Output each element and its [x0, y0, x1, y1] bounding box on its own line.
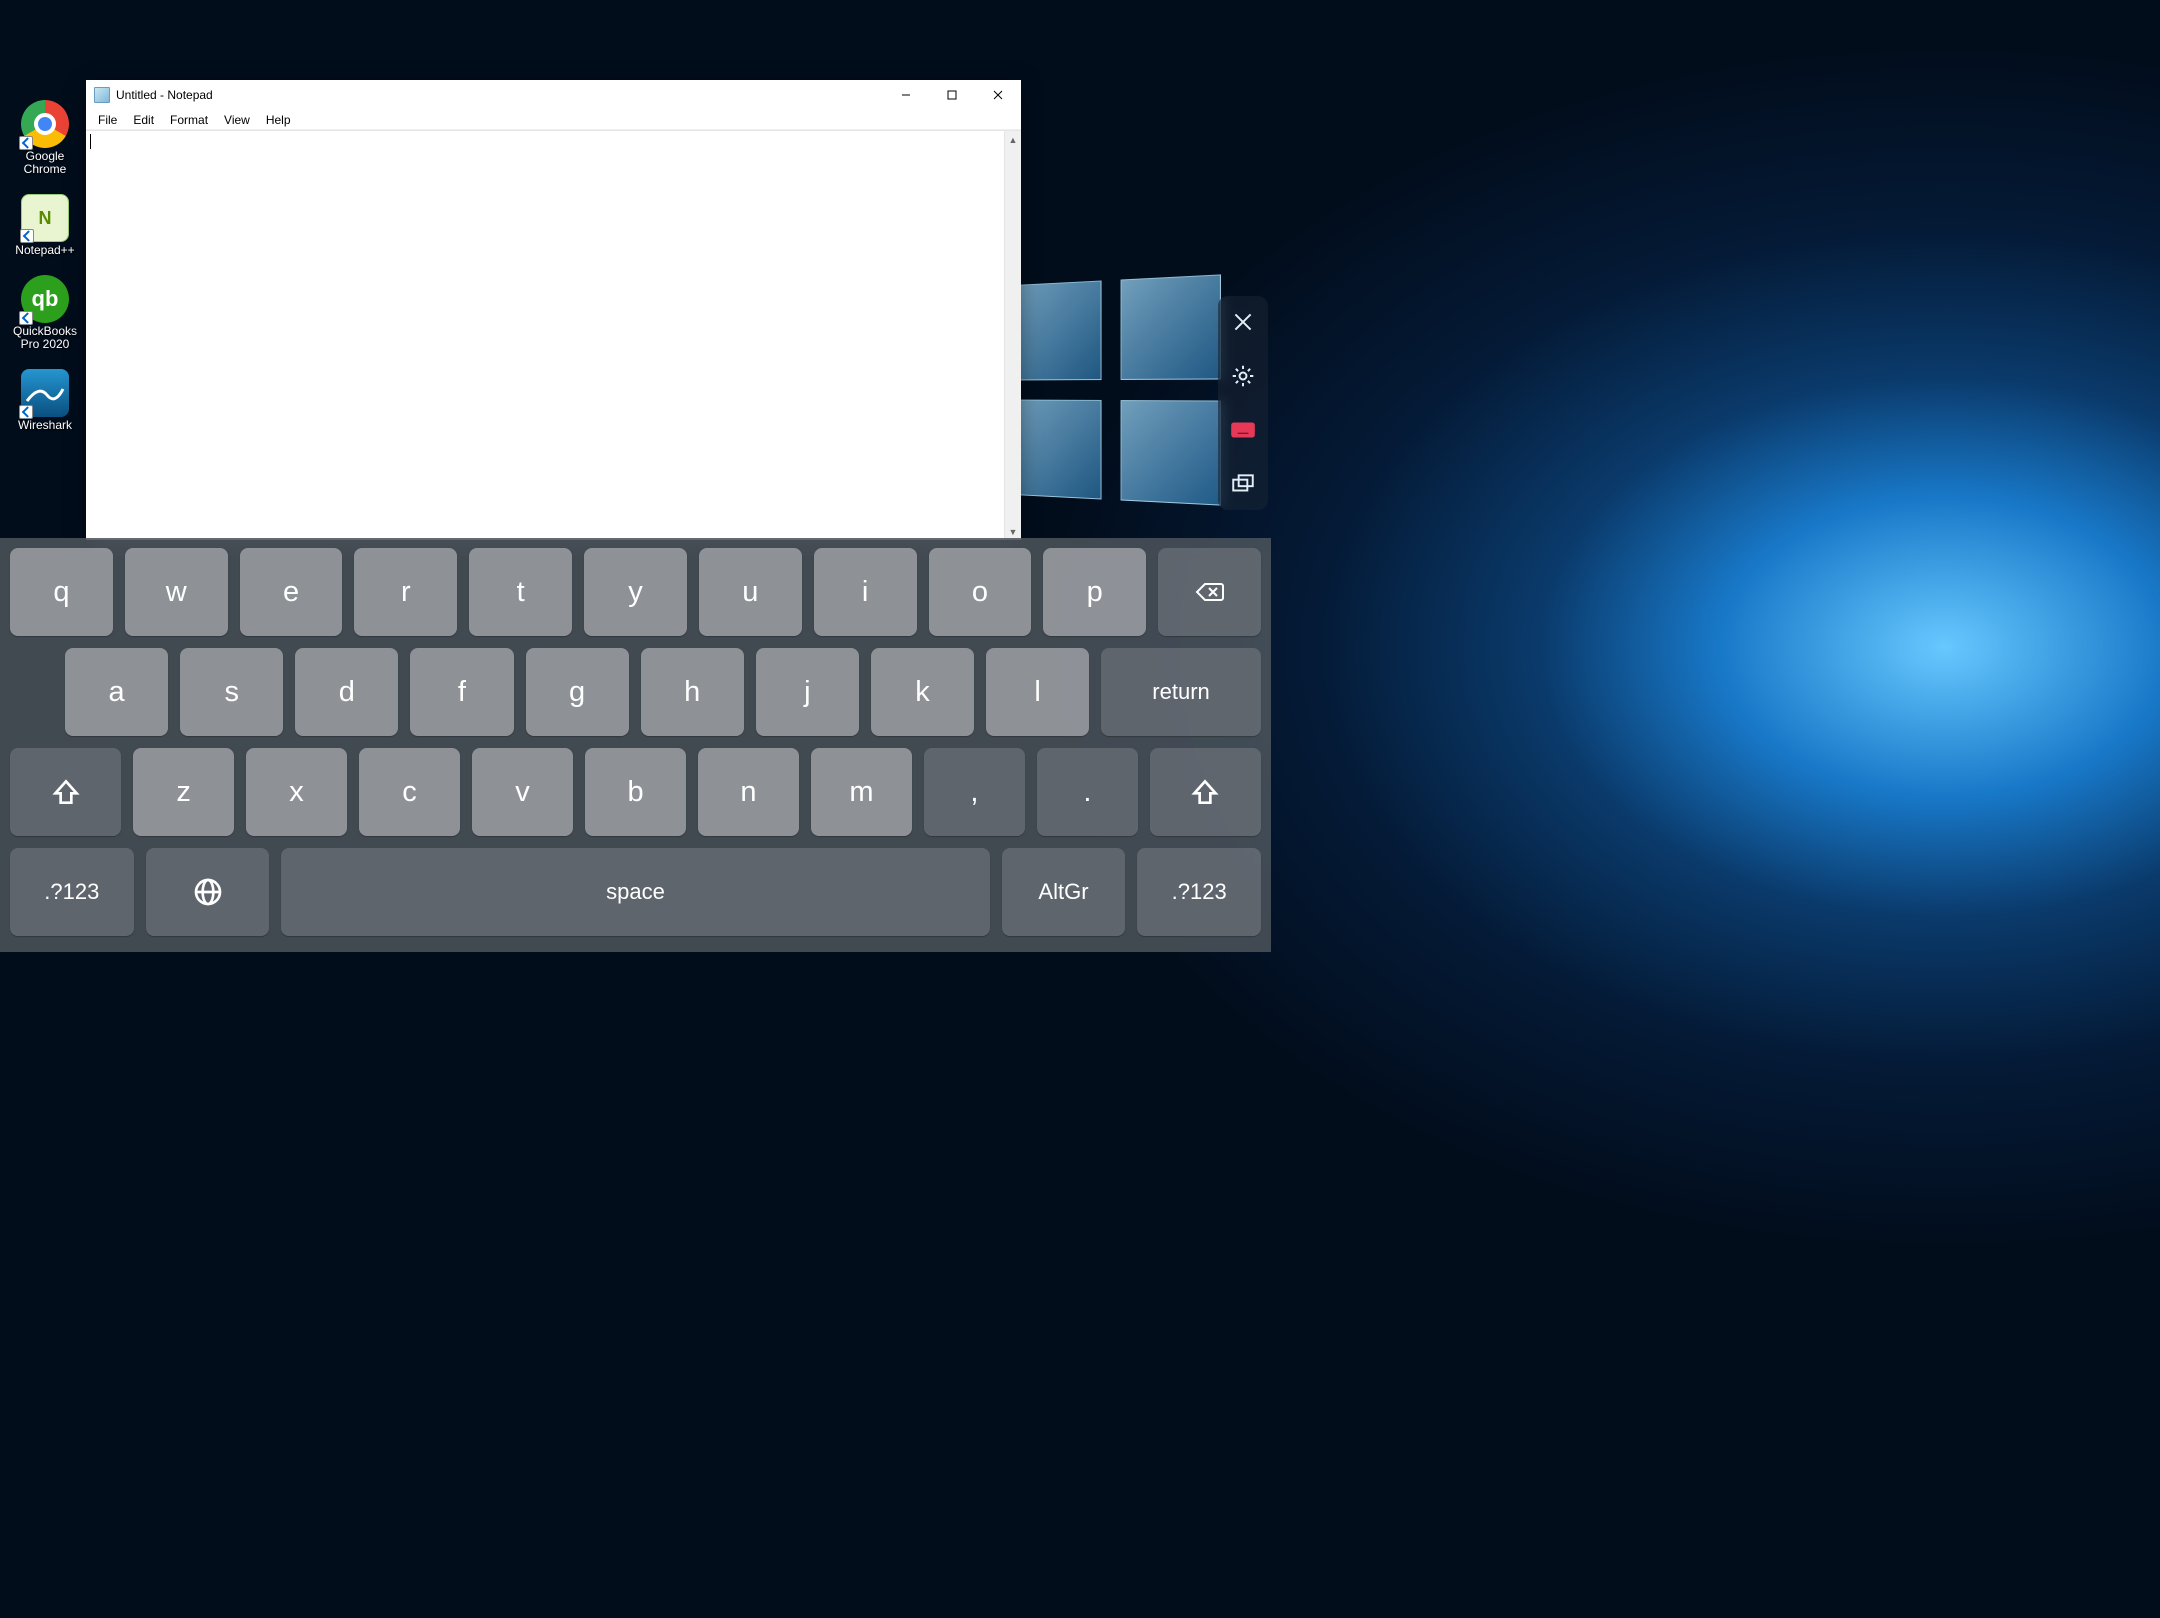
desktop-icon-quickbooks[interactable]: qb QuickBooks Pro 2020: [8, 275, 82, 351]
titlebar[interactable]: Untitled - Notepad: [86, 80, 1021, 110]
kb-row-2: a s d f g h j k l return: [5, 648, 1266, 736]
scroll-up-icon[interactable]: ▲: [1005, 131, 1021, 148]
icon-label: Wireshark: [18, 419, 72, 432]
key-numsym-left[interactable]: .?123: [10, 848, 134, 936]
key-x[interactable]: x: [246, 748, 347, 836]
key-r[interactable]: r: [354, 548, 457, 636]
key-period[interactable]: .: [1037, 748, 1138, 836]
key-n[interactable]: n: [698, 748, 799, 836]
key-z[interactable]: z: [133, 748, 234, 836]
key-comma[interactable]: ,: [924, 748, 1025, 836]
windows-logo-decor: [1011, 274, 1221, 505]
maximize-button[interactable]: [929, 80, 975, 110]
key-altgr[interactable]: AltGr: [1002, 848, 1126, 936]
remote-toolbar: [1218, 296, 1268, 510]
key-space[interactable]: space: [281, 848, 989, 936]
icon-label: Google Chrome: [8, 150, 82, 176]
menu-edit[interactable]: Edit: [125, 112, 162, 128]
key-g[interactable]: g: [526, 648, 629, 736]
editor-area: ▲ ▼: [86, 130, 1021, 540]
key-w[interactable]: w: [125, 548, 228, 636]
key-globe[interactable]: [146, 848, 270, 936]
key-c[interactable]: c: [359, 748, 460, 836]
shortcut-arrow-icon: [20, 229, 34, 243]
kb-row-1: q w e r t y u i o p: [5, 548, 1266, 636]
close-button[interactable]: [975, 80, 1021, 110]
key-e[interactable]: e: [240, 548, 343, 636]
notepad-icon: [94, 87, 110, 103]
gear-icon[interactable]: [1223, 356, 1263, 396]
key-p[interactable]: p: [1043, 548, 1146, 636]
key-o[interactable]: o: [929, 548, 1032, 636]
key-j[interactable]: j: [756, 648, 859, 736]
key-numsym-right[interactable]: .?123: [1137, 848, 1261, 936]
shortcut-arrow-icon: [19, 311, 33, 325]
icon-label: Notepad++: [15, 244, 74, 257]
menu-help[interactable]: Help: [258, 112, 299, 128]
key-b[interactable]: b: [585, 748, 686, 836]
shortcut-arrow-icon: [19, 136, 33, 150]
key-a[interactable]: a: [65, 648, 168, 736]
vertical-scrollbar[interactable]: ▲ ▼: [1004, 131, 1021, 540]
menu-format[interactable]: Format: [162, 112, 216, 128]
menubar: File Edit Format View Help: [86, 110, 1021, 130]
key-k[interactable]: k: [871, 648, 974, 736]
key-shift-left[interactable]: [10, 748, 121, 836]
kb-row-4: .?123 space AltGr .?123: [5, 848, 1266, 936]
window-title: Untitled - Notepad: [116, 88, 213, 102]
keyboard-icon[interactable]: [1223, 410, 1263, 450]
notepad-window: Untitled - Notepad File Edit Format View…: [86, 80, 1021, 540]
window-controls: [883, 80, 1021, 110]
icon-label: QuickBooks Pro 2020: [8, 325, 82, 351]
key-shift-right[interactable]: [1150, 748, 1261, 836]
desktop-icon-wireshark[interactable]: Wireshark: [8, 369, 82, 432]
minimize-button[interactable]: [883, 80, 929, 110]
toolbar-close-icon[interactable]: [1223, 302, 1263, 342]
text-caret: [90, 134, 91, 149]
key-d[interactable]: d: [295, 648, 398, 736]
key-q[interactable]: q: [10, 548, 113, 636]
key-l[interactable]: l: [986, 648, 1089, 736]
key-m[interactable]: m: [811, 748, 912, 836]
text-editor[interactable]: [86, 131, 1004, 540]
desktop-icons: Google Chrome N Notepad++ qb QuickBooks …: [8, 100, 82, 432]
key-h[interactable]: h: [641, 648, 744, 736]
key-t[interactable]: t: [469, 548, 572, 636]
virtual-keyboard: q w e r t y u i o p a s d f g h j k l re…: [0, 538, 1271, 952]
menu-file[interactable]: File: [90, 112, 125, 128]
key-return[interactable]: return: [1101, 648, 1261, 736]
menu-view[interactable]: View: [216, 112, 258, 128]
key-u[interactable]: u: [699, 548, 802, 636]
key-backspace[interactable]: [1158, 548, 1261, 636]
key-y[interactable]: y: [584, 548, 687, 636]
key-v[interactable]: v: [472, 748, 573, 836]
desktop-icon-chrome[interactable]: Google Chrome: [8, 100, 82, 176]
desktop-icon-notepadpp[interactable]: N Notepad++: [8, 194, 82, 257]
shortcut-arrow-icon: [19, 405, 33, 419]
key-s[interactable]: s: [180, 648, 283, 736]
kb-row-3: z x c v b n m , .: [5, 748, 1266, 836]
key-i[interactable]: i: [814, 548, 917, 636]
key-f[interactable]: f: [410, 648, 513, 736]
multimonitor-icon[interactable]: [1223, 464, 1263, 504]
